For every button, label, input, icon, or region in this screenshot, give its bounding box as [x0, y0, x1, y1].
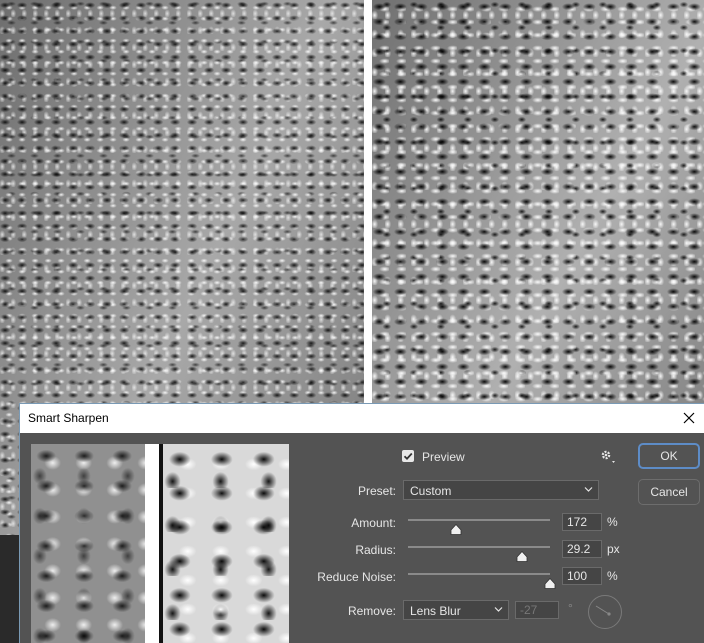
- reduce-noise-label: Reduce Noise:: [317, 570, 396, 584]
- amount-input[interactable]: 172: [562, 513, 602, 531]
- angle-indicator-icon: [595, 605, 611, 616]
- angle-unit: °: [568, 601, 573, 615]
- preview-checkbox[interactable]: [402, 450, 414, 462]
- checkmark-icon: [403, 452, 413, 460]
- reduce-noise-input[interactable]: 100: [562, 567, 602, 585]
- angle-dial[interactable]: [588, 595, 622, 629]
- chevron-down-icon: [494, 607, 503, 612]
- remove-value: Lens Blur: [410, 604, 461, 618]
- reduce-noise-slider-track[interactable]: [408, 573, 550, 575]
- radius-slider-track[interactable]: [408, 546, 550, 548]
- amount-slider-track[interactable]: [408, 519, 550, 521]
- close-button[interactable]: [676, 406, 702, 431]
- preview-label: Preview: [422, 450, 465, 464]
- close-icon: [683, 412, 695, 424]
- smart-sharpen-dialog: Smart Sharpen Preview Preset: Custom Amo…: [19, 403, 704, 643]
- remove-label: Remove:: [347, 604, 396, 618]
- preset-value: Custom: [410, 484, 452, 498]
- preview-texture-right: [163, 444, 289, 643]
- chevron-down-icon: [584, 487, 593, 492]
- radius-unit: px: [607, 542, 620, 556]
- cancel-button[interactable]: Cancel: [638, 479, 700, 505]
- settings-gear-icon[interactable]: [600, 449, 618, 465]
- preset-label: Preset:: [357, 484, 396, 498]
- preview-thumbnail[interactable]: [31, 444, 289, 643]
- preview-white-band: [145, 444, 159, 643]
- reduce-noise-unit: %: [607, 569, 618, 583]
- screen: Smart Sharpen Preview Preset: Custom Amo…: [0, 0, 704, 643]
- remove-select[interactable]: Lens Blur: [403, 600, 509, 620]
- ok-button[interactable]: OK: [638, 443, 700, 469]
- amount-label: Amount:: [351, 516, 396, 530]
- radius-input[interactable]: 29.2: [562, 540, 602, 558]
- angle-input[interactable]: -27: [515, 601, 559, 619]
- dialog-titlebar[interactable]: Smart Sharpen: [20, 404, 704, 433]
- amount-unit: %: [607, 515, 618, 529]
- preview-texture-left: [31, 444, 145, 643]
- preset-select[interactable]: Custom: [403, 480, 599, 500]
- dialog-title: Smart Sharpen: [28, 411, 109, 425]
- workspace-background: [0, 535, 19, 643]
- radius-label: Radius:: [355, 543, 396, 557]
